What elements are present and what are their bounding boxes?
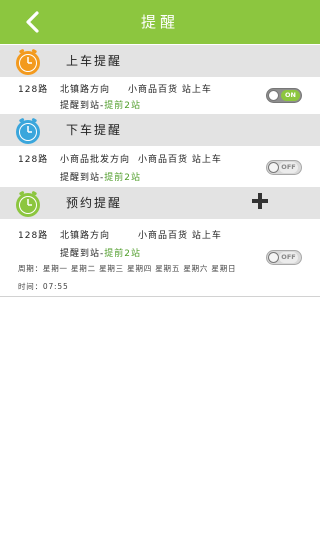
section-header-scheduled: 预约提醒 bbox=[0, 187, 320, 219]
advance-label: 提醒到站- bbox=[60, 101, 105, 111]
advance-label: 提醒到站- bbox=[60, 173, 105, 183]
advance-value: 提前2站 bbox=[104, 249, 141, 259]
toggle-knob bbox=[268, 90, 279, 101]
stop-name: 小商品百货 站上车 bbox=[138, 231, 222, 241]
section-label-scheduled: 预约提醒 bbox=[66, 196, 123, 210]
add-plus-icon[interactable] bbox=[252, 193, 268, 209]
top-bar: 提醒 bbox=[0, 0, 320, 44]
route-number: 128路 bbox=[18, 155, 49, 165]
route-direction: 小商品批发方向 bbox=[60, 155, 131, 165]
advance-value: 提前2站 bbox=[104, 101, 141, 111]
advance-reminder: 提醒到站-提前2站 bbox=[60, 246, 141, 259]
section-label-alighting: 下车提醒 bbox=[66, 123, 123, 137]
toggle-knob bbox=[268, 162, 279, 173]
reminder-time: 时间：07:55 bbox=[18, 282, 69, 291]
section-header-alighting: 下车提醒 bbox=[0, 114, 320, 146]
toggle-state-label: OFF bbox=[279, 252, 298, 263]
toggle-knob bbox=[268, 252, 279, 263]
back-chevron-icon[interactable] bbox=[22, 10, 44, 34]
section-header-boarding: 上车提醒 bbox=[0, 45, 320, 77]
advance-value: 提前2站 bbox=[104, 173, 141, 183]
scheduled-toggle[interactable]: OFF bbox=[266, 250, 302, 265]
toggle-state-label: OFF bbox=[279, 162, 298, 173]
weekday-cycle: 周期：星期一 星期二 星期三 星期四 星期五 星期六 星期日 bbox=[18, 264, 237, 273]
route-direction: 北镇路方向 bbox=[60, 231, 111, 241]
route-number: 128路 bbox=[18, 85, 49, 95]
stop-name: 小商品百货 站上车 bbox=[138, 155, 222, 165]
advance-label: 提醒到站- bbox=[60, 249, 105, 259]
blue-alarm-clock-icon bbox=[16, 118, 40, 144]
advance-reminder: 提醒到站-提前2站 bbox=[60, 98, 141, 111]
alighting-toggle[interactable]: OFF bbox=[266, 160, 302, 175]
section-label-boarding: 上车提醒 bbox=[66, 54, 123, 68]
advance-reminder: 提醒到站-提前2站 bbox=[60, 170, 141, 183]
orange-alarm-clock-icon bbox=[16, 49, 40, 75]
stop-name: 小商品百货 站上车 bbox=[128, 85, 212, 95]
green-alarm-clock-icon bbox=[16, 191, 40, 217]
route-number: 128路 bbox=[18, 231, 49, 241]
boarding-toggle[interactable]: ON bbox=[266, 88, 302, 103]
page-title: 提醒 bbox=[140, 13, 179, 31]
route-direction: 北镇路方向 bbox=[60, 85, 111, 95]
toggle-state-label: ON bbox=[281, 90, 300, 101]
list-end-divider bbox=[0, 296, 320, 297]
